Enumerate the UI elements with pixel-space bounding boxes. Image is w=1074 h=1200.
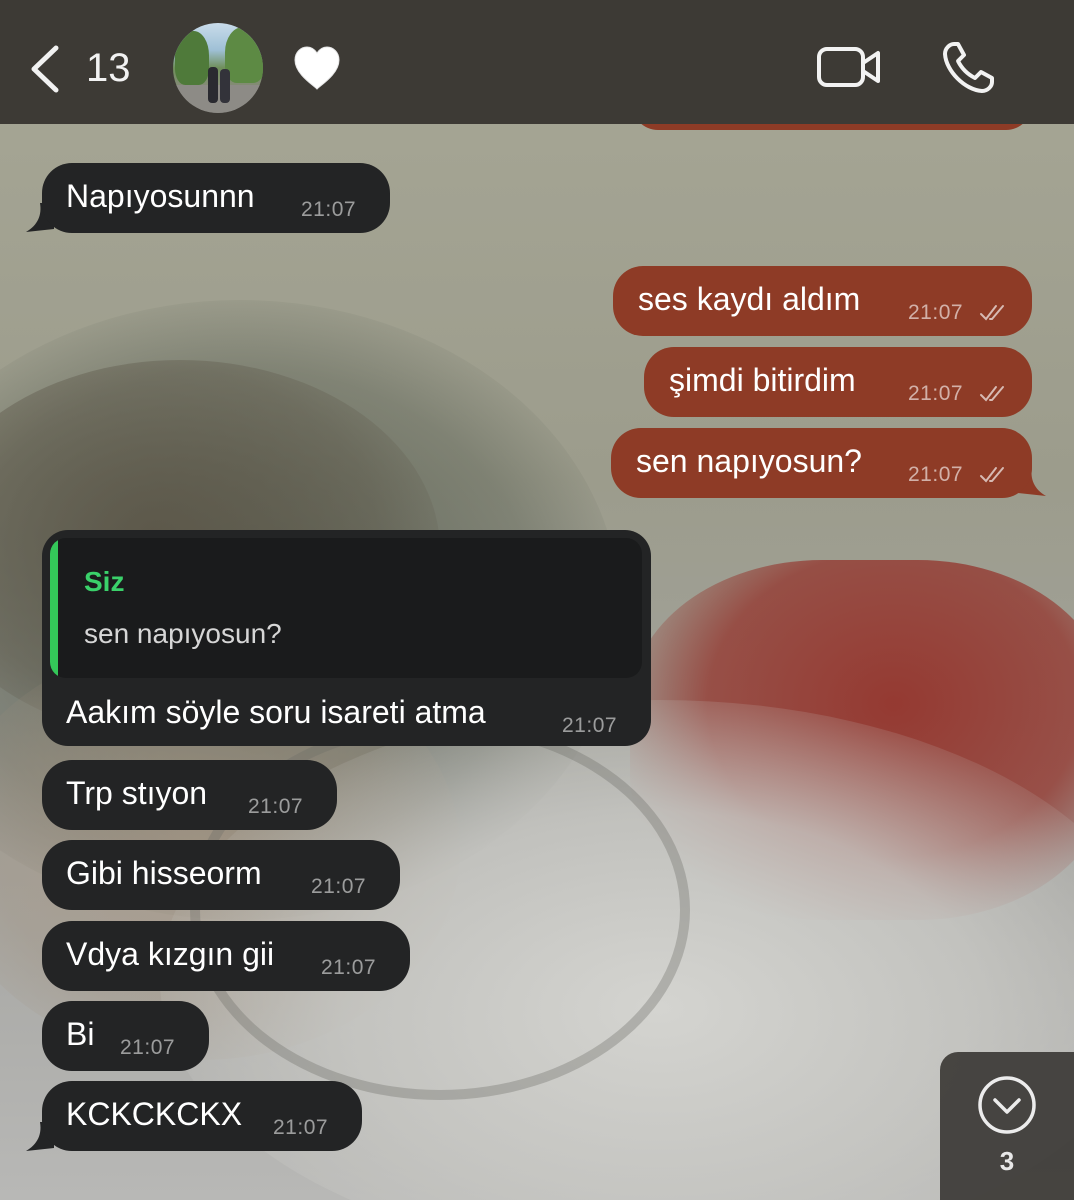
read-receipt-icon (980, 386, 1004, 402)
message-text: Vdya kızgın gii (66, 936, 275, 972)
message-text: sen napıyosun? (636, 443, 862, 479)
message-bubble-incoming[interactable]: Vdya kızgın gii 21:07 (42, 921, 410, 991)
message-time: 21:07 (311, 875, 367, 898)
read-receipt-icon (980, 305, 1004, 321)
message-time: 21:07 (273, 1116, 329, 1139)
chat-header: 13 (0, 0, 1074, 124)
message-bubble-outgoing[interactable]: ses kaydı aldım 21:07 (613, 266, 1032, 336)
message-time: 21:07 (908, 301, 964, 324)
message-time: 21:07 (321, 956, 377, 979)
message-time: 21:07 (908, 463, 964, 486)
unread-chats-count: 13 (86, 46, 131, 90)
scroll-to-bottom-button[interactable]: 3 (940, 1052, 1074, 1200)
message-text: Trp stıyon (66, 775, 208, 811)
reply-accent-bar (50, 538, 58, 678)
reply-author: Siz (84, 566, 125, 597)
message-text: KCKCKCKX (66, 1096, 243, 1132)
message-bubble-outgoing[interactable]: şimdi bitirdim 21:07 (644, 347, 1032, 417)
back-chevron-icon (31, 45, 59, 93)
reply-text: sen napıyosun? (84, 618, 282, 649)
back-button[interactable]: 13 (28, 40, 138, 96)
chevron-down-circle-icon (978, 1076, 1036, 1134)
message-time: 21:07 (908, 382, 964, 405)
heart-icon (294, 46, 340, 90)
message-bubble-incoming[interactable]: Trp stıyon 21:07 (42, 760, 337, 830)
quoted-reply[interactable]: Siz sen napıyosun? (50, 538, 642, 678)
message-text: şimdi bitirdim (669, 362, 856, 398)
message-text: Gibi hisseorm (66, 855, 262, 891)
message-text: Bi (66, 1016, 95, 1052)
message-bubble-incoming[interactable]: Napıyosunnn 21:07 (42, 163, 390, 233)
message-bubble-incoming[interactable]: KCKCKCKX 21:07 (42, 1081, 362, 1151)
message-time: 21:07 (248, 795, 304, 818)
message-bubble-outgoing[interactable]: sen napıyosun? 21:07 (611, 428, 1032, 498)
video-call-icon[interactable] (816, 43, 882, 91)
message-time: 21:07 (301, 198, 357, 221)
message-time: 21:07 (562, 714, 618, 737)
message-text: Napıyosunnn (66, 178, 255, 214)
read-receipt-icon (980, 467, 1004, 483)
avatar[interactable] (173, 23, 263, 113)
message-text: ses kaydı aldım (638, 281, 861, 317)
unread-count-badge: 3 (999, 1146, 1015, 1176)
message-bubble-incoming[interactable]: Gibi hisseorm 21:07 (42, 840, 400, 910)
phone-call-icon[interactable] (940, 38, 998, 96)
message-text: Aakım söyle soru isareti atma (66, 694, 486, 730)
message-time: 21:07 (120, 1036, 176, 1059)
message-bubble-incoming[interactable]: Bi 21:07 (42, 1001, 209, 1071)
message-bubble-incoming-reply[interactable]: Siz sen napıyosun? Aakım söyle soru isar… (42, 530, 651, 746)
